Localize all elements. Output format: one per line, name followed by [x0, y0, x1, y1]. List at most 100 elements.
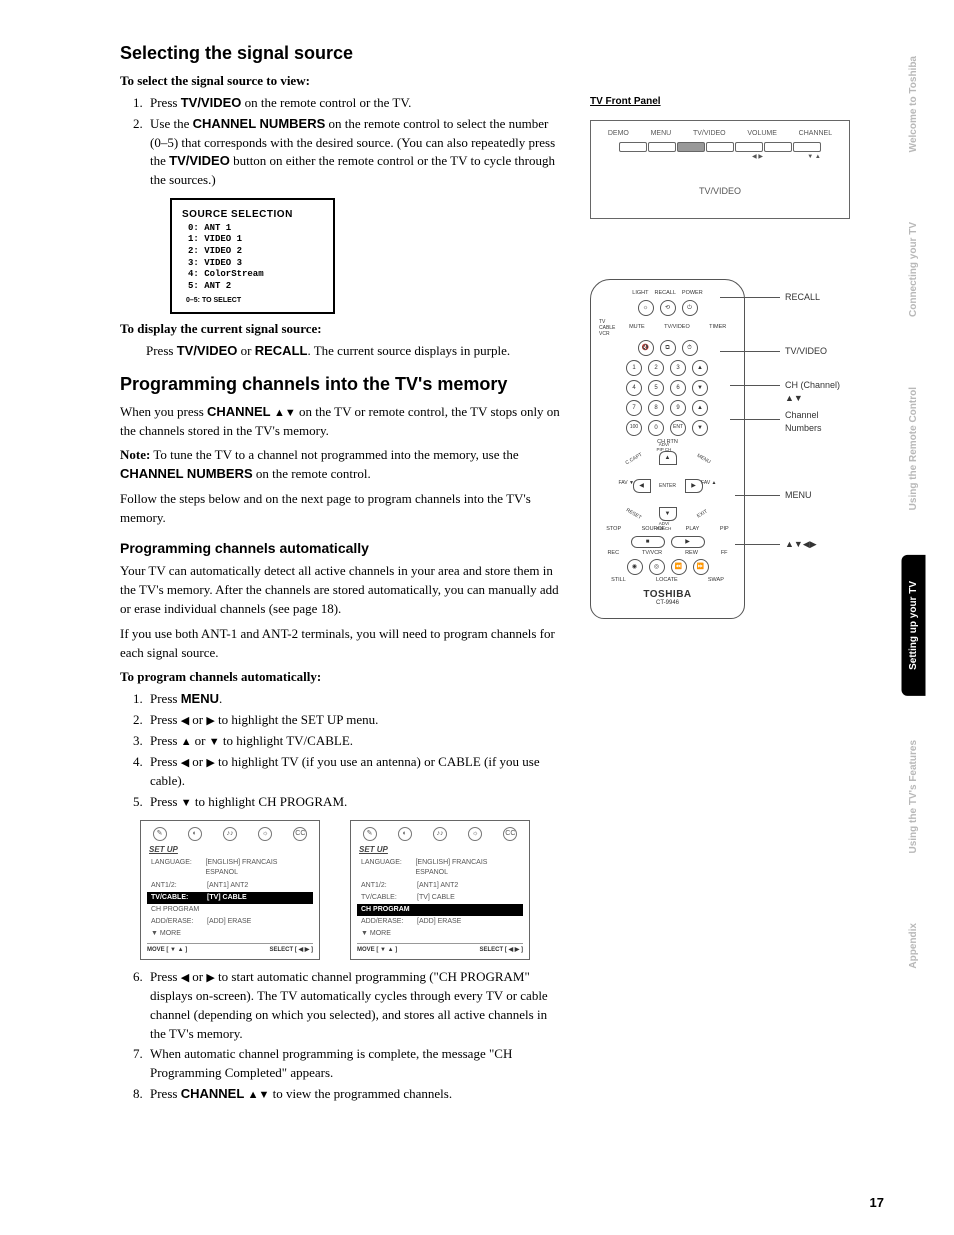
- menu-row: ▼ MORE: [357, 928, 523, 940]
- num-button: 0: [648, 420, 664, 436]
- remote-diagram: LIGHTRECALLPOWER ☼⟲⏻ TVCABLEVCR MUTETV/V…: [590, 279, 745, 619]
- menu-icon-row: ✎ ◐ ♪♪ ☼ CC: [147, 827, 313, 841]
- menu-icon: ♪♪: [433, 827, 447, 841]
- front-panel-title: TV Front Panel: [590, 95, 850, 110]
- menu-icon: ♪♪: [223, 827, 237, 841]
- osd-source-selection: SOURCE SELECTION 0: ANT 1 1: VIDEO 1 2: …: [170, 198, 335, 314]
- ch-down-icon: ▼: [692, 380, 708, 396]
- num-button: ENT: [670, 420, 686, 436]
- stop-icon: ■: [631, 536, 665, 548]
- step-2: Use the CHANNEL NUMBERS on the remote co…: [146, 115, 560, 190]
- menu-row-highlight: TV/CABLE:[TV] CABLE: [147, 892, 313, 904]
- exit-label: EXIT: [697, 510, 709, 520]
- menu-footer: MOVE [ ▼ ▲ ]SELECT [ ◀ ▶ ]: [357, 943, 523, 955]
- tab-setting-up[interactable]: Setting up your TV: [902, 555, 926, 696]
- steps-auto-program: Press MENU. Press ◀ or ▶ to highlight th…: [146, 690, 560, 811]
- fp-button-icon: [619, 142, 647, 152]
- menu-row: LANGUAGE:[ENGLISH] FRANCAIS ESPANOL: [357, 857, 523, 879]
- vol-down-icon: ▼: [692, 420, 708, 436]
- lead-select-source: To select the signal source to view:: [120, 72, 560, 91]
- fp-button-icon: [764, 142, 792, 152]
- display-source-text: Press TV/VIDEO or RECALL. The current so…: [146, 342, 560, 361]
- setup-menu-2: ✎ ◐ ♪♪ ☼ CC SET UP LANGUAGE:[ENGLISH] FR…: [350, 820, 530, 960]
- number-pad: 1 2 3 ▲ 4 5 6 ▼ 7 8 9 ▲ 100 0 ENT ▼: [599, 360, 736, 436]
- fav-up-label: FAV ▲: [701, 481, 716, 486]
- tvvideo-icon: ⧉: [660, 340, 676, 356]
- menu-icon: ◐: [188, 827, 202, 841]
- remote-diagram-wrap: LIGHTRECALLPOWER ☼⟲⏻ TVCABLEVCR MUTETV/V…: [590, 279, 850, 619]
- num-button: 7: [626, 400, 642, 416]
- mute-icon: 🔇: [638, 340, 654, 356]
- reset-label: RESET: [624, 509, 641, 522]
- callout-channel: CH (Channel) ▲▼: [785, 379, 850, 405]
- tab-features[interactable]: Using the TV's Features: [902, 714, 926, 880]
- fp-label: TV/VIDEO: [693, 129, 726, 139]
- dpad-down-icon: ▼: [659, 507, 677, 521]
- menu-row: ▼ MORE: [147, 928, 313, 940]
- fav-down-label: FAV ▼: [619, 481, 634, 486]
- mode-switch: TVCABLEVCR: [599, 319, 615, 337]
- auto-step-4: Press ◀ or ▶ to highlight TV (if you use…: [146, 753, 560, 791]
- light-icon: ☼: [638, 300, 654, 316]
- steps-auto-program-cont: Press ◀ or ▶ to start automatic channel …: [146, 968, 560, 1104]
- power-icon: ⏻: [682, 300, 698, 316]
- dpad-left-icon: ◀: [633, 479, 651, 493]
- dpad: ▲ ▼ ◀ ▶ ENTER FAV ▼ FAV ▲ C.CAPT MENU RE…: [623, 451, 713, 521]
- rec-icon: ◉: [627, 559, 643, 575]
- menu-row: ADD/ERASE:[ADD] ERASE: [147, 916, 313, 928]
- menu-icon-row: ✎ ◐ ♪♪ ☼ CC: [357, 827, 523, 841]
- menu-icon: CC: [293, 827, 307, 841]
- fp-label: DEMO: [608, 129, 629, 139]
- num-button: 8: [648, 400, 664, 416]
- osd-title: SOURCE SELECTION: [182, 208, 323, 223]
- num-button: 9: [670, 400, 686, 416]
- section-tabs: Welcome to Toshiba Connecting your TV Us…: [902, 30, 954, 1013]
- auto-step-8: Press CHANNEL ▲▼ to view the programmed …: [146, 1085, 560, 1104]
- tab-appendix[interactable]: Appendix: [902, 897, 926, 995]
- menu-icon: ☼: [258, 827, 272, 841]
- menu-title: SET UP: [149, 844, 313, 856]
- num-button: 2: [648, 360, 664, 376]
- osd-row: 2: VIDEO 2: [188, 246, 323, 258]
- num-button: 1: [626, 360, 642, 376]
- osd-row: 4: ColorStream: [188, 269, 323, 281]
- menu-icon: ◐: [398, 827, 412, 841]
- auto-para-2: If you use both ANT-1 and ANT-2 terminal…: [120, 625, 560, 663]
- front-panel-diagram: DEMO MENU TV/VIDEO VOLUME CHANNEL ◀ ▶▼ ▲…: [590, 120, 850, 220]
- rew-icon: ⏪: [671, 559, 687, 575]
- lead-display-source: To display the current signal source:: [120, 320, 560, 339]
- osd-row: 3: VIDEO 3: [188, 258, 323, 270]
- menu-icon: CC: [503, 827, 517, 841]
- model-label: CT-9946: [599, 600, 736, 606]
- num-button: 4: [626, 380, 642, 396]
- menu-title: SET UP: [359, 844, 523, 856]
- brand-label: TOSHIBA: [599, 590, 736, 600]
- osd-row: 5: ANT 2: [188, 281, 323, 293]
- menu-icon: ✎: [153, 827, 167, 841]
- menu-row: CH PROGRAM: [147, 904, 313, 916]
- fp-button-icon: [706, 142, 734, 152]
- recall-icon: ⟲: [660, 300, 676, 316]
- auto-step-1: Press MENU.: [146, 690, 560, 709]
- fp-button-icon: [793, 142, 821, 152]
- program-intro: When you press CHANNEL ▲▼ on the TV or r…: [120, 403, 560, 441]
- tab-welcome[interactable]: Welcome to Toshiba: [902, 30, 926, 178]
- num-button: 100: [626, 420, 642, 436]
- fp-button-icon: [735, 142, 763, 152]
- vol-up-icon: ▲: [692, 400, 708, 416]
- menu-row-highlight: CH PROGRAM: [357, 904, 523, 916]
- tab-connecting[interactable]: Connecting your TV: [902, 196, 926, 343]
- ch-up-icon: ▲: [692, 360, 708, 376]
- menu-row: TV/CABLE:[TV] CABLE: [357, 892, 523, 904]
- heading-signal-source: Selecting the signal source: [120, 40, 560, 66]
- tab-remote[interactable]: Using the Remote Control: [902, 361, 926, 536]
- ff-icon: ⏩: [693, 559, 709, 575]
- program-note: Note: To tune the TV to a channel not pr…: [120, 446, 560, 484]
- fp-callout-label: TV/VIDEO: [597, 185, 843, 198]
- callout-arrows: ▲▼◀▶: [785, 538, 817, 551]
- auto-step-6: Press ◀ or ▶ to start automatic channel …: [146, 968, 560, 1043]
- auto-step-5: Press ▼ to highlight CH PROGRAM.: [146, 793, 560, 812]
- num-button: 6: [670, 380, 686, 396]
- auto-step-7: When automatic channel programming is co…: [146, 1045, 560, 1083]
- tvvcr-icon: ◎: [649, 559, 665, 575]
